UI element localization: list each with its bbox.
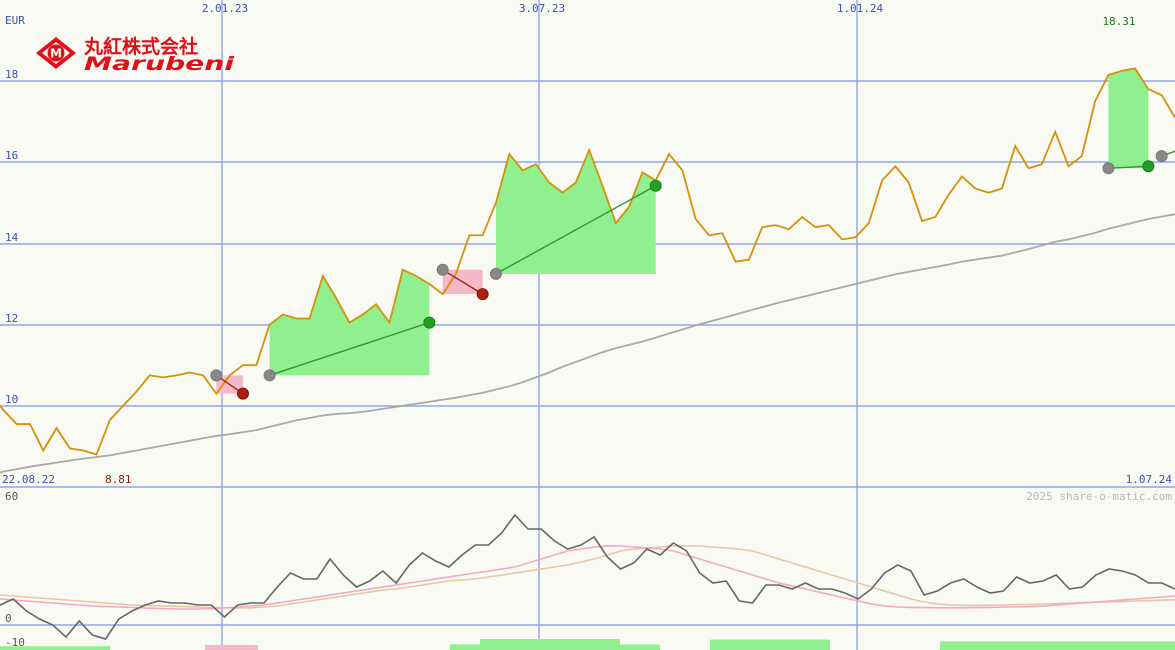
osc-tick-60: 60: [5, 490, 18, 503]
volume-bar-1: [205, 645, 258, 650]
signal-start-3: [489, 267, 502, 280]
signal-end-3: [649, 179, 662, 192]
y-tick-18: 18: [5, 68, 18, 81]
osc-main-line: [0, 513, 1175, 640]
date-label-2: 3.07.23: [519, 2, 565, 15]
volume-bar-4: [710, 639, 830, 650]
chart-canvas: EUR 2.01.23 3.07.23 1.01.24 18.31 18 16 …: [0, 0, 1175, 650]
currency-label: EUR: [5, 14, 25, 27]
svg-text:M: M: [50, 47, 62, 61]
min-value-label: 8.81: [105, 473, 132, 486]
start-date-label: 22.08.22: [2, 473, 55, 486]
signal-end-0: [236, 387, 249, 400]
volume-bar-5: [940, 641, 1175, 650]
y-tick-16: 16: [5, 149, 18, 162]
end-date-label: 1.07.24: [1126, 473, 1173, 486]
osc-tick-0: 0: [5, 612, 12, 625]
y-tick-10: 10: [5, 393, 18, 406]
signal-start-2: [436, 263, 449, 276]
main-grid: [0, 0, 1175, 650]
logo-name-en: Marubeni: [84, 53, 235, 75]
osc-pink-line: [0, 545, 1175, 610]
date-label-1: 2.01.23: [202, 2, 248, 15]
date-label-3: 1.01.24: [837, 2, 884, 15]
marubeni-mark-icon: M: [36, 37, 76, 69]
osc-tan-line: [0, 545, 1175, 609]
last-value-label: 18.31: [1102, 15, 1135, 28]
volume-layer: [0, 639, 1175, 650]
signal-line-5: [1161, 150, 1175, 157]
signal-start-4: [1102, 162, 1115, 175]
copyright-label: 2025 share-o-matic.com: [1026, 490, 1172, 503]
signal-end-4: [1142, 160, 1155, 173]
signal-area-3: [495, 150, 656, 274]
osc-tick-minus10: -10: [5, 636, 25, 649]
signal-area-4: [1108, 68, 1149, 169]
marubeni-logo: M 丸紅株式会社 Marubeni: [36, 35, 235, 75]
oscillator-layer: [0, 513, 1175, 640]
signal-end-1: [423, 316, 436, 329]
signal-start-5: [1155, 150, 1168, 163]
y-tick-14: 14: [5, 231, 19, 244]
signal-start-1: [263, 369, 276, 382]
y-tick-12: 12: [5, 312, 18, 325]
signal-end-2: [476, 288, 489, 301]
signal-start-0: [210, 369, 223, 382]
volume-bar-3: [480, 639, 620, 650]
